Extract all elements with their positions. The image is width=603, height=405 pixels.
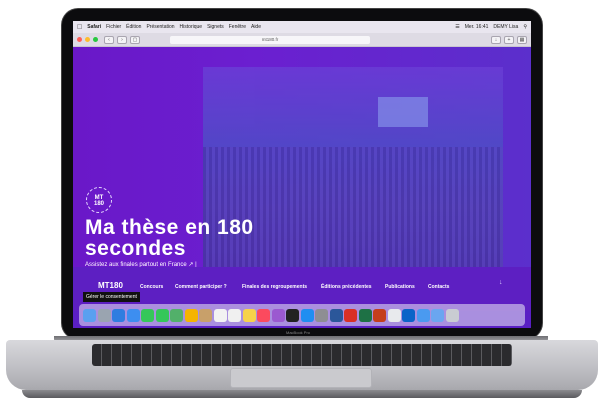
nav-item-contacts[interactable]: Contacts: [428, 284, 449, 290]
menu-edition[interactable]: Édition: [126, 24, 141, 30]
safari-icon[interactable]: [112, 308, 125, 322]
consent-button[interactable]: Gérer le consentement: [83, 292, 140, 302]
forward-icon[interactable]: ›: [117, 35, 127, 44]
laptop-mockup: MacBook Pro  Safari Fichier Édition Pré…: [0, 0, 603, 405]
music-icon[interactable]: [257, 308, 270, 322]
menu-fichier[interactable]: Fichier: [106, 24, 121, 30]
tabs-overview-icon[interactable]: ▦: [517, 35, 527, 44]
close-window-icon[interactable]: [77, 37, 82, 42]
menu-historique[interactable]: Historique: [180, 24, 203, 30]
settings-icon[interactable]: [315, 308, 328, 322]
photos-icon[interactable]: [184, 308, 198, 322]
appstore-icon[interactable]: [300, 308, 314, 322]
browser-toolbar: ‹ › ▢ mt180.fr ↓ + ▦: [73, 33, 531, 47]
reminders-icon[interactable]: [228, 308, 241, 322]
podcasts-icon[interactable]: [271, 308, 285, 322]
toolbar-actions: ↓ + ▦: [488, 35, 527, 44]
downloads-icon[interactable]: [431, 308, 444, 322]
powerpoint-icon[interactable]: [373, 308, 386, 322]
outlook-icon[interactable]: [402, 308, 415, 322]
user-name[interactable]: DEMY Lisa: [493, 24, 518, 30]
finder-icon[interactable]: [83, 308, 96, 322]
menu-safari[interactable]: Safari: [87, 24, 101, 30]
apple-menu-icon[interactable]: : [77, 24, 82, 31]
nav-item-publications[interactable]: Publications: [385, 284, 415, 290]
nav-brand[interactable]: MT180: [98, 281, 123, 290]
keyboard: [92, 344, 512, 366]
acrobat-icon[interactable]: [344, 308, 357, 322]
hero-title: Ma thèse en 180 secondes: [85, 216, 254, 260]
word-icon[interactable]: [329, 308, 343, 322]
menu-aide[interactable]: Aide: [251, 24, 261, 30]
trackpad: [230, 368, 372, 388]
nav-item-finales[interactable]: Finales des regroupements: [242, 284, 307, 290]
nav-item-editions[interactable]: Éditions précédentes: [321, 284, 372, 290]
nav-item-concours[interactable]: Concours: [140, 284, 163, 290]
scroll-down-icon[interactable]: ↓: [499, 279, 503, 286]
projection-screen: [378, 97, 428, 127]
search-icon[interactable]: ⚲: [523, 24, 527, 30]
trash-icon[interactable]: [445, 308, 459, 322]
excel-icon[interactable]: [358, 308, 372, 322]
zoom-window-icon[interactable]: [93, 37, 98, 42]
sidebar-icon[interactable]: ▢: [130, 35, 140, 44]
new-tab-icon[interactable]: +: [504, 35, 514, 44]
status-area: ☰ Mer. 16:41 DEMY Lisa ⚲: [450, 24, 527, 30]
notes-icon[interactable]: [242, 308, 256, 322]
menu-signets[interactable]: Signets: [207, 24, 224, 30]
minimize-window-icon[interactable]: [85, 37, 90, 42]
launchpad-icon[interactable]: [97, 308, 111, 322]
folder-icon[interactable]: [416, 308, 430, 322]
tv-icon[interactable]: [286, 308, 299, 322]
menu-fenetre[interactable]: Fenêtre: [229, 24, 246, 30]
nav-item-participer[interactable]: Comment participer ?: [175, 284, 227, 290]
address-bar[interactable]: mt180.fr: [170, 35, 370, 44]
messages-icon[interactable]: [155, 308, 169, 322]
back-icon[interactable]: ‹: [104, 35, 114, 44]
mt180-logo[interactable]: MT 180: [86, 187, 112, 213]
laptop-label: MacBook Pro: [286, 330, 311, 335]
facetime-icon[interactable]: [141, 308, 154, 322]
laptop-foot: [22, 390, 582, 398]
logo-text-bottom: 180: [93, 201, 104, 207]
wifi-icon[interactable]: ☰: [455, 24, 459, 30]
menu-bar:  Safari Fichier Édition Présentation Hi…: [73, 21, 531, 33]
chrome-icon[interactable]: [387, 308, 401, 322]
screen:  Safari Fichier Édition Présentation Hi…: [73, 21, 531, 328]
clock[interactable]: Mer. 16:41: [465, 24, 489, 30]
dock: [79, 304, 525, 326]
mail-icon[interactable]: [126, 308, 140, 322]
maps-icon[interactable]: [170, 308, 183, 322]
contacts-icon[interactable]: [199, 308, 212, 322]
menu-presentation[interactable]: Présentation: [146, 24, 174, 30]
calendar-icon[interactable]: [213, 308, 227, 322]
download-icon[interactable]: ↓: [491, 35, 501, 44]
hero-section: MT 180 Ma thèse en 180 secondes Assistez…: [73, 47, 531, 268]
